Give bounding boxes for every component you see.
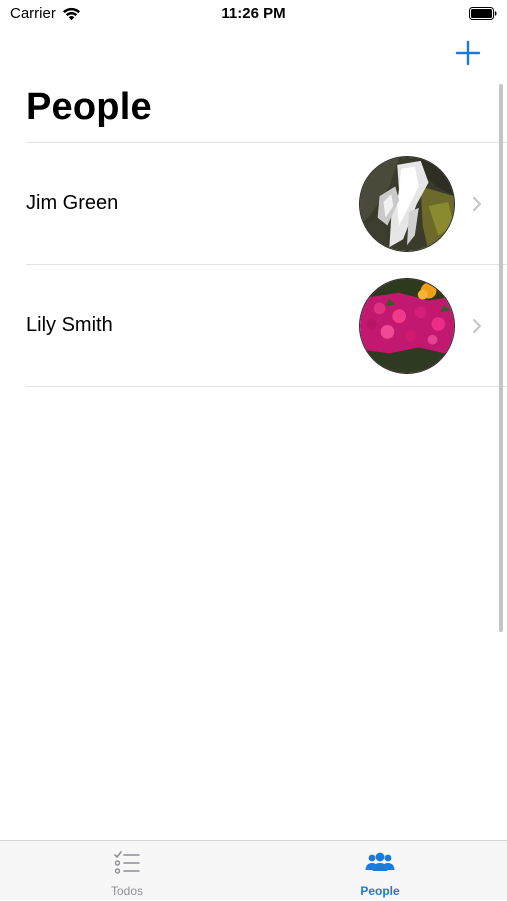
status-bar: Carrier 11:26 PM: [0, 0, 507, 28]
tab-people-label: People: [360, 884, 400, 898]
person-row-jim-green[interactable]: Jim Green: [0, 143, 507, 264]
tab-todos[interactable]: Todos: [0, 841, 254, 901]
page-title: People: [26, 86, 152, 128]
people-list: Jim Green Lily Smith: [0, 142, 507, 387]
battery-icon: [469, 7, 497, 20]
status-time: 11:26 PM: [221, 5, 286, 22]
person-name: Lily Smith: [26, 314, 113, 336]
chevron-right-icon: [473, 196, 481, 211]
avatar-pink-flowers-photo: [359, 277, 455, 374]
plus-icon: [455, 40, 481, 66]
tab-people[interactable]: People: [253, 841, 507, 901]
person-name: Jim Green: [26, 192, 119, 214]
avatar-waterfall-photo: [359, 155, 455, 252]
checklist-icon: [114, 851, 140, 874]
divider: [26, 386, 507, 387]
scroll-indicator[interactable]: [499, 84, 503, 632]
tab-bar: Todos People: [0, 840, 507, 900]
chevron-right-icon: [473, 318, 481, 333]
add-person-button[interactable]: [455, 40, 481, 66]
person-row-lily-smith[interactable]: Lily Smith: [0, 265, 507, 386]
people-group-icon: [365, 852, 395, 871]
tab-todos-label: Todos: [110, 884, 144, 898]
